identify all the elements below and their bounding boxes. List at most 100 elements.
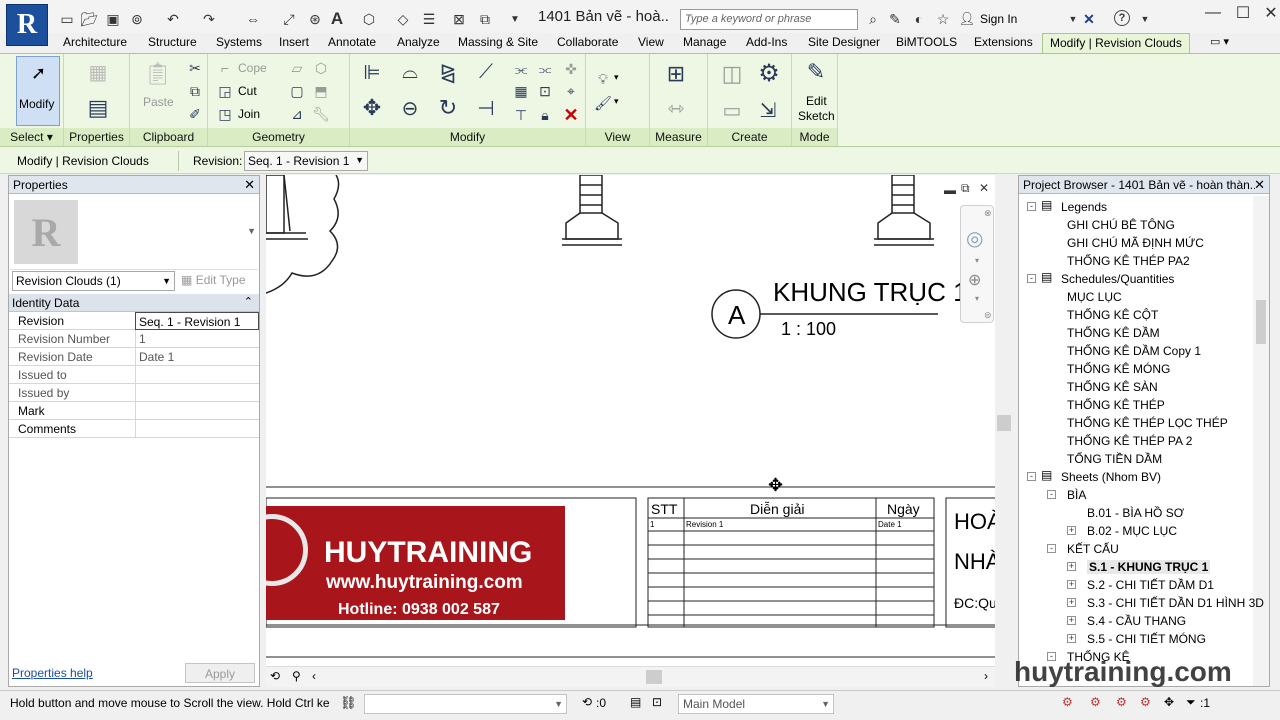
copy-icon[interactable]: ⧉: [186, 82, 204, 100]
browser-item[interactable]: THỐNG KÊ DẦM: [1067, 326, 1160, 340]
select-links-icon[interactable]: ⚙: [1062, 695, 1073, 709]
browser-item[interactable]: S.3 - CHI TIẾT DẦN D1 HÌNH 3D: [1087, 596, 1264, 610]
browser-item[interactable]: THỐNG KÊ DẦM Copy 1: [1067, 344, 1201, 358]
edit-sketch-button[interactable]: ✎ Edit Sketch: [794, 56, 836, 126]
view-restore-icon[interactable]: ⧉: [961, 181, 970, 196]
editable-only-icon[interactable]: ⟲: [582, 695, 592, 709]
browser-item[interactable]: MỤC LỤC: [1067, 290, 1122, 304]
aligned-dimension-icon[interactable]: ⤢: [280, 10, 298, 28]
collapse-toggle-icon[interactable]: -: [1027, 202, 1036, 211]
beam-column-joins-icon[interactable]: ⊿: [288, 105, 306, 123]
drag-elements-icon[interactable]: ✥: [1164, 695, 1174, 709]
browser-item[interactable]: GHI CHÚ MÃ ĐỊNH MỨC: [1067, 236, 1204, 250]
worksets-icon[interactable]: ⛓: [340, 695, 357, 711]
vertical-scrollbar[interactable]: [995, 175, 1013, 687]
nav-bar-options-icon[interactable]: ⊜: [984, 310, 992, 321]
browser-item[interactable]: Schedules/Quantities: [1061, 272, 1174, 286]
scroll-right-icon[interactable]: ›: [984, 669, 988, 683]
zoom-dropdown-icon[interactable]: ▾: [975, 294, 979, 303]
tab-view[interactable]: View: [638, 35, 664, 49]
tab-extensions[interactable]: Extensions: [974, 35, 1033, 49]
switch-windows-icon[interactable]: ⧉: [476, 10, 494, 28]
tag-icon[interactable]: ⊛: [306, 10, 324, 28]
undo-icon[interactable]: ↶: [164, 10, 182, 28]
type-preview[interactable]: R ▼: [10, 196, 258, 270]
3d-view-icon[interactable]: ⬡: [360, 10, 378, 28]
close-hidden-icon[interactable]: ⊠: [450, 10, 468, 28]
help-icon[interactable]: ?: [1114, 10, 1130, 26]
override-dropdown-icon[interactable]: ▾: [614, 96, 619, 107]
revision-select[interactable]: Seq. 1 - Revision 1 ▼: [244, 151, 368, 171]
nav-bar-close-icon[interactable]: ⊗: [984, 208, 992, 219]
filter-icon[interactable]: ⏷: [1186, 695, 1196, 710]
help-dropdown-icon[interactable]: ▼: [1136, 10, 1154, 28]
close-icon[interactable]: ✕: [244, 177, 255, 193]
expand-toggle-icon[interactable]: +: [1067, 598, 1076, 607]
tab-analyze[interactable]: Analyze: [397, 35, 440, 49]
open-icon[interactable]: 📂︎: [80, 10, 98, 28]
sign-in-button[interactable]: Sign In: [980, 12, 1017, 26]
delete-icon[interactable]: ✕: [562, 105, 580, 125]
scroll-thumb[interactable]: [997, 415, 1011, 431]
collapse-toggle-icon[interactable]: -: [1027, 274, 1036, 283]
cut-geometry-button[interactable]: Cut: [238, 84, 257, 98]
browser-item[interactable]: THỐNG KÊ THÉP PA2: [1067, 254, 1190, 268]
join-button[interactable]: Join: [238, 107, 260, 121]
section-icon[interactable]: ◇: [394, 10, 412, 28]
scale-icon[interactable]: ⊡: [536, 82, 554, 100]
horizontal-scroll-thumb[interactable]: [646, 670, 662, 684]
browser-item[interactable]: THỐNG KÊ THÉP LỌC THÉP: [1067, 416, 1228, 430]
browser-item[interactable]: B.01 - BÌA HỒ SƠ: [1087, 506, 1184, 520]
search-input[interactable]: Type a keyword or phrase: [680, 9, 858, 30]
browser-item[interactable]: S.2 - CHI TIẾT DẦM D1: [1087, 578, 1214, 592]
section-tag-letter[interactable]: A: [728, 300, 745, 331]
measure-tool-icon[interactable]: ⊞: [662, 60, 690, 88]
trim-extend-icon[interactable]: ⊣: [472, 94, 500, 122]
browser-item[interactable]: Legends: [1061, 200, 1107, 214]
join-icon[interactable]: ◳: [216, 105, 234, 123]
copy-element-icon[interactable]: ⊖: [396, 94, 424, 122]
favorites-star-icon[interactable]: ☆: [934, 10, 952, 28]
browser-item[interactable]: THỐNG KÊ THÉP PA 2: [1067, 434, 1192, 448]
browser-item[interactable]: THỐNG KÊ CỘT: [1067, 308, 1158, 322]
browser-item[interactable]: S.1 - KHUNG TRỤC 1: [1087, 560, 1211, 574]
view-control-icon[interactable]: ⟲: [270, 669, 280, 683]
tab-add-ins[interactable]: Add-Ins: [746, 35, 787, 49]
property-row[interactable]: Comments: [9, 420, 259, 438]
property-row[interactable]: Revision Seq. 1 - Revision 1: [9, 312, 259, 330]
tab-collaborate[interactable]: Collaborate: [557, 35, 618, 49]
unpin-icon[interactable]: ⌖: [562, 82, 580, 100]
rotate-icon[interactable]: ↻: [434, 94, 462, 122]
communication-icon[interactable]: ◐: [910, 10, 928, 28]
select-by-face-icon[interactable]: ⚙: [1140, 695, 1151, 709]
tab-annotate[interactable]: Annotate: [328, 35, 376, 49]
select-panel-label[interactable]: Select ▾: [0, 128, 63, 146]
tab-structure[interactable]: Structure: [148, 35, 197, 49]
exchange-apps-icon[interactable]: ✕: [1080, 10, 1098, 28]
browser-item[interactable]: B.02 - MỤC LỤC: [1087, 524, 1177, 538]
tab-manage[interactable]: Manage: [683, 35, 726, 49]
array-icon[interactable]: ▦: [512, 82, 530, 100]
override-graphics-icon[interactable]: 🖌︎: [594, 94, 612, 112]
subscription-icon[interactable]: ✎: [886, 10, 904, 28]
design-option-select[interactable]: Main Model ▼: [678, 694, 834, 714]
new-icon[interactable]: ▭: [58, 10, 76, 28]
lock-icon[interactable]: 🔒︎: [536, 106, 554, 124]
browser-item[interactable]: GHI CHÚ BÊ TÔNG: [1067, 218, 1175, 232]
reveal-hidden-icon[interactable]: ⚲: [292, 669, 301, 683]
expand-toggle-icon[interactable]: +: [1067, 562, 1076, 571]
expand-toggle-icon[interactable]: +: [1067, 580, 1076, 589]
zoom-icon[interactable]: ⊕: [968, 270, 981, 290]
hide-dropdown-icon[interactable]: ▾: [614, 72, 619, 83]
wheel-dropdown-icon[interactable]: ▾: [975, 256, 979, 265]
properties-help-link[interactable]: Properties help: [12, 666, 93, 680]
match-properties-icon[interactable]: ✐: [186, 105, 204, 123]
apply-button[interactable]: Apply: [185, 663, 255, 683]
hide-in-view-icon[interactable]: 💡︎: [594, 70, 612, 88]
scroll-left-icon[interactable]: ‹: [312, 669, 316, 683]
split-element-icon[interactable]: ⫘: [512, 60, 530, 78]
align-icon[interactable]: ⊫: [358, 58, 386, 86]
identity-data-group[interactable]: Identity Data ⌃: [9, 294, 259, 312]
browser-item[interactable]: KẾT CẤU: [1067, 542, 1119, 556]
instance-filter-select[interactable]: Revision Clouds (1) ▼: [12, 271, 175, 291]
